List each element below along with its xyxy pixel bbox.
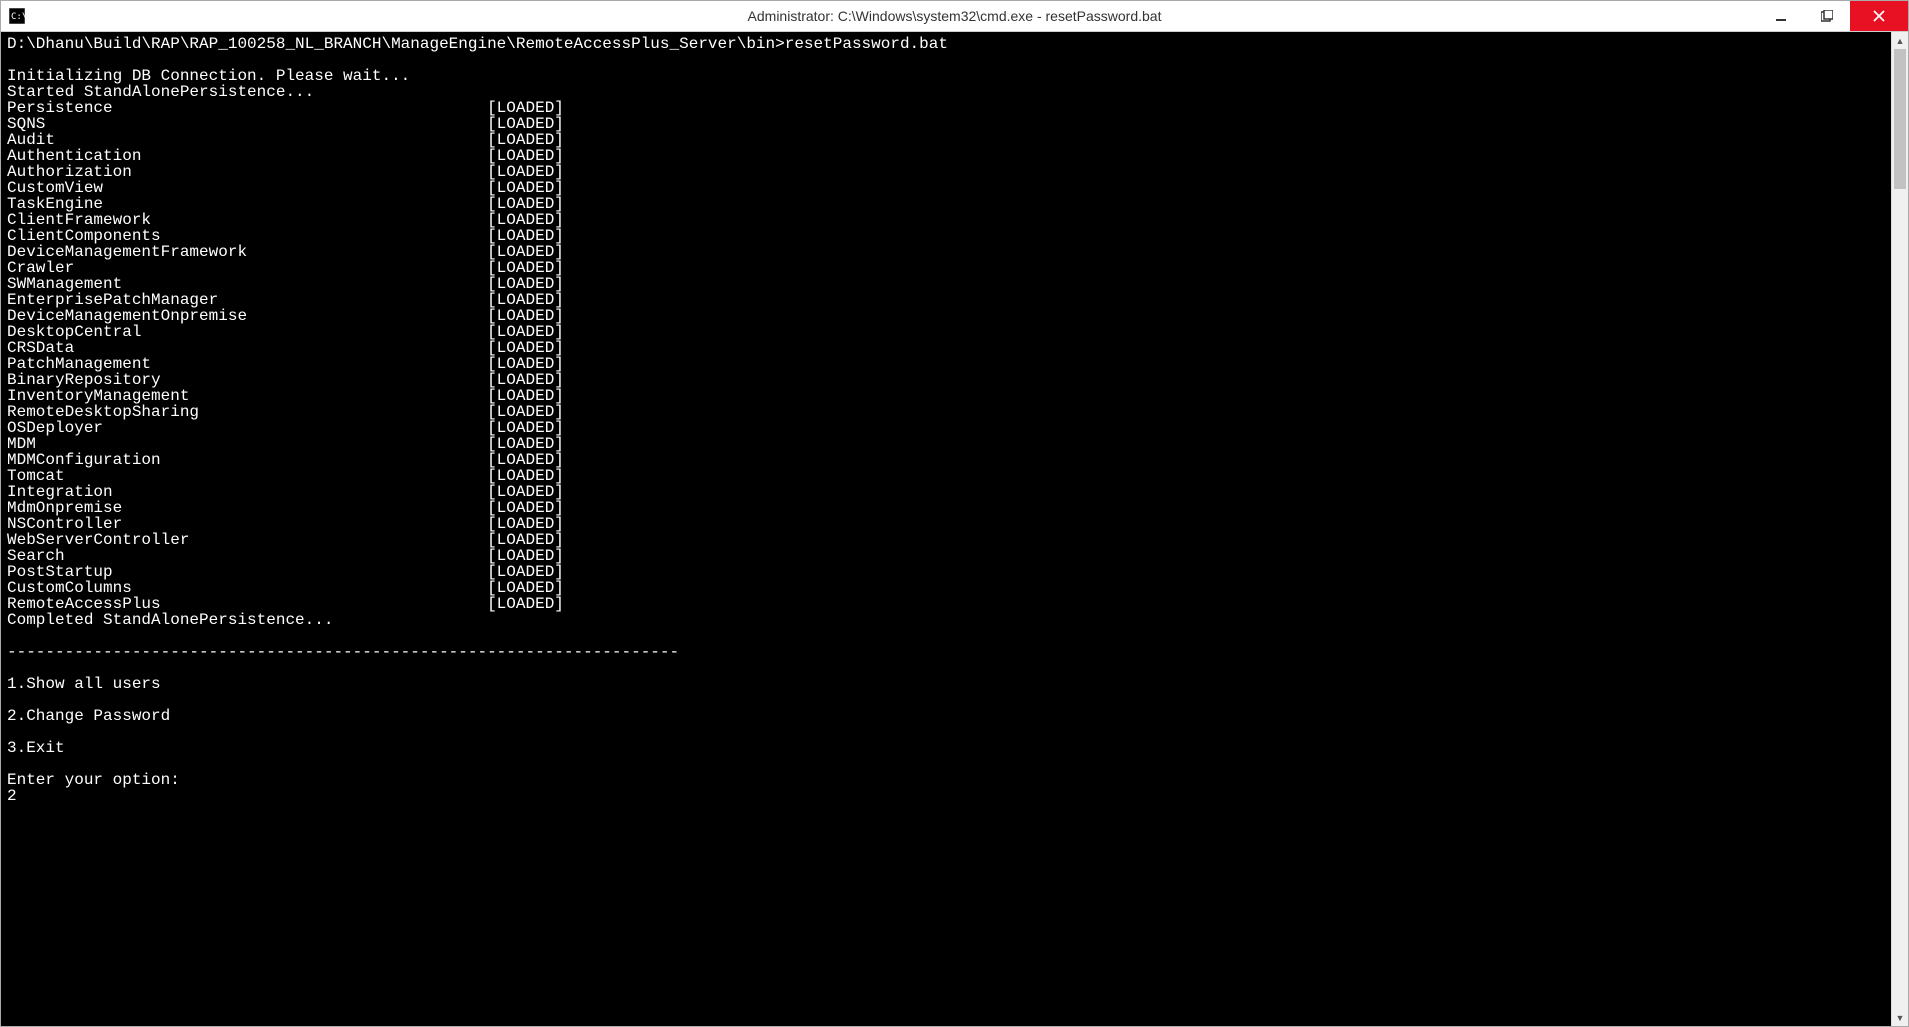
module-row: PatchManagement [LOADED] [7,356,1891,372]
module-row: NSController [LOADED] [7,516,1891,532]
enter-option-prompt: Enter your option: [7,771,180,789]
module-row: EnterprisePatchManager [LOADED] [7,292,1891,308]
menu-option-2: 2.Change Password [7,707,170,725]
terminal-wrap: D:\Dhanu\Build\RAP\RAP_100258_NL_BRANCH\… [1,32,1908,1026]
module-row: WebServerController [LOADED] [7,532,1891,548]
cmd-window: C:\ Administrator: C:\Windows\system32\c… [0,0,1909,1027]
completed-line: Completed StandAlonePersistence... [7,611,333,629]
vertical-scrollbar[interactable]: ▲ ▼ [1891,32,1908,1026]
module-row: CustomColumns [LOADED] [7,580,1891,596]
prompt-line: D:\Dhanu\Build\RAP\RAP_100258_NL_BRANCH\… [7,35,948,53]
module-row: ClientComponents [LOADED] [7,228,1891,244]
svg-text:C:\: C:\ [11,12,25,22]
module-row: PostStartup [LOADED] [7,564,1891,580]
maximize-button[interactable] [1804,1,1850,31]
module-row: InventoryManagement [LOADED] [7,388,1891,404]
terminal-output[interactable]: D:\Dhanu\Build\RAP\RAP_100258_NL_BRANCH\… [1,32,1891,1026]
module-row: Integration [LOADED] [7,484,1891,500]
module-row: RemoteDesktopSharing [LOADED] [7,404,1891,420]
menu-option-3: 3.Exit [7,739,65,757]
module-row: Crawler [LOADED] [7,260,1891,276]
close-button[interactable] [1850,1,1908,31]
module-row: Search [LOADED] [7,548,1891,564]
modules-list: Persistence [LOADED]SQNS [LOADED]Audit [… [7,100,1891,612]
scroll-up-button[interactable]: ▲ [1892,32,1908,49]
module-row: OSDeployer [LOADED] [7,420,1891,436]
cmd-icon: C:\ [9,8,25,24]
module-row: Authentication [LOADED] [7,148,1891,164]
module-row: DesktopCentral [LOADED] [7,324,1891,340]
module-row: SWManagement [LOADED] [7,276,1891,292]
module-row: TaskEngine [LOADED] [7,196,1891,212]
module-row: Authorization [LOADED] [7,164,1891,180]
module-row: MDMConfiguration [LOADED] [7,452,1891,468]
module-row: Persistence [LOADED] [7,100,1891,116]
user-input[interactable]: 2 [7,787,17,805]
module-row: Tomcat [LOADED] [7,468,1891,484]
scroll-thumb[interactable] [1894,49,1906,189]
minimize-button[interactable] [1758,1,1804,31]
window-title: Administrator: C:\Windows\system32\cmd.e… [748,8,1162,24]
module-row: Audit [LOADED] [7,132,1891,148]
menu-option-1: 1.Show all users [7,675,161,693]
module-row: BinaryRepository [LOADED] [7,372,1891,388]
module-row: SQNS [LOADED] [7,116,1891,132]
module-row: MdmOnpremise [LOADED] [7,500,1891,516]
scroll-track[interactable] [1892,49,1908,1009]
scroll-down-button[interactable]: ▼ [1892,1009,1908,1026]
title-bar[interactable]: C:\ Administrator: C:\Windows\system32\c… [1,1,1908,32]
module-row: RemoteAccessPlus [LOADED] [7,596,1891,612]
module-row: DeviceManagementFramework [LOADED] [7,244,1891,260]
window-controls [1758,1,1908,31]
module-row: CRSData [LOADED] [7,340,1891,356]
module-row: MDM [LOADED] [7,436,1891,452]
separator-line: ----------------------------------------… [7,643,679,661]
module-row: ClientFramework [LOADED] [7,212,1891,228]
module-row: DeviceManagementOnpremise [LOADED] [7,308,1891,324]
module-row: CustomView [LOADED] [7,180,1891,196]
